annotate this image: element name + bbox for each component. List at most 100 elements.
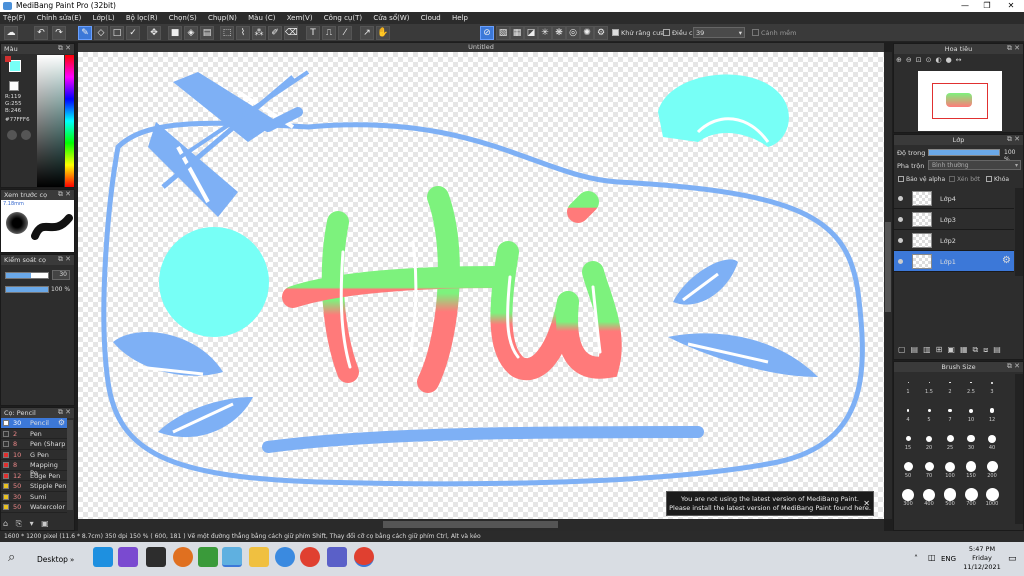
brush-copy-icon[interactable]: ⎘	[16, 519, 22, 528]
checkmark-tool-icon[interactable]: ✓	[126, 26, 140, 40]
update-notice[interactable]: You are not using the latest version of …	[666, 491, 874, 516]
menu-color[interactable]: Màu (C)	[248, 12, 275, 22]
menu-select[interactable]: Chọn(S)	[169, 12, 197, 22]
brush-size-option[interactable]: 1	[898, 376, 918, 395]
layer-row[interactable]: Lớp4	[894, 188, 1014, 209]
search-icon[interactable]: ⌕	[8, 550, 15, 565]
menu-view[interactable]: Xem(V)	[287, 12, 313, 22]
document-tab[interactable]: Untitled	[78, 43, 884, 52]
hue-slider[interactable]	[65, 55, 74, 187]
clipping-checkbox[interactable]	[949, 176, 955, 182]
brush-list-item[interactable]: 8 Pen (Sharp	[1, 439, 67, 450]
brush-size-option[interactable]: 400	[919, 488, 939, 507]
layer-row[interactable]: Lớp3	[894, 209, 1014, 230]
brush-size-option[interactable]: 500	[940, 488, 960, 507]
blend-select[interactable]: Bình thường ▾	[928, 160, 1021, 170]
brush-list-item[interactable]: 30 Sumi	[1, 492, 67, 502]
snap-off-icon[interactable]: ⊘	[480, 26, 494, 40]
chevron-right-icon[interactable]: »	[70, 556, 74, 564]
lock-checkbox[interactable]	[986, 176, 992, 182]
language-indicator[interactable]: ENG	[941, 555, 956, 563]
app-icon-2[interactable]	[118, 547, 138, 567]
minimize-button[interactable]: —	[954, 0, 976, 12]
brush-size-option[interactable]: 5	[919, 404, 939, 423]
notification-icon[interactable]: ▭	[1008, 554, 1017, 564]
brush-size-option[interactable]: 25	[940, 432, 960, 451]
layer-row[interactable]: Lớp2	[894, 230, 1014, 251]
navigator-toolbar[interactable]: ⊕⊖⊡⊙◐●↔	[896, 56, 1022, 68]
wifi-app-icon[interactable]	[173, 547, 193, 567]
visibility-icon[interactable]	[898, 196, 903, 201]
brush-size-option[interactable]: 1000	[982, 488, 1002, 507]
network-icon[interactable]: ◫	[928, 553, 936, 562]
select-eraser-icon[interactable]: ⌫	[284, 26, 298, 40]
layer-opacity-slider[interactable]	[928, 149, 1000, 156]
desktop-label[interactable]: Desktop	[37, 555, 68, 564]
snap-curve-icon[interactable]: ✺	[580, 26, 594, 40]
brush-size-option[interactable]: 2	[940, 376, 960, 395]
brush-size-option[interactable]: 70	[919, 460, 939, 479]
brush-list-item[interactable]: 8 Mapping Pe	[1, 460, 67, 477]
brush-list-item[interactable]: 30 Pencil ⚙	[1, 418, 67, 429]
add-brush-icon[interactable]: ⌂	[3, 519, 8, 528]
layer-settings-icon[interactable]: ⚙	[1002, 255, 1011, 266]
rectangle-tool-icon[interactable]: □	[110, 26, 124, 40]
brush-size-option[interactable]: 30	[961, 432, 981, 451]
brush-size-option[interactable]: 1.5	[919, 376, 939, 395]
brush-size-option[interactable]: 200	[982, 460, 1002, 479]
color-toggle-icon[interactable]	[5, 56, 11, 62]
protect-alpha-checkbox[interactable]	[898, 176, 904, 182]
skype-icon[interactable]	[93, 547, 113, 567]
select-rect-icon[interactable]: ⬚	[220, 26, 234, 40]
hand-tool-icon[interactable]: ✋	[376, 26, 390, 40]
menu-help[interactable]: Help	[452, 12, 468, 22]
adjust-input[interactable]: 39 ▾	[693, 27, 745, 38]
calculator-icon[interactable]	[146, 547, 166, 567]
menu-layer[interactable]: Lớp(L)	[93, 12, 115, 22]
antialias-checkbox[interactable]	[612, 29, 619, 36]
excel-icon[interactable]	[198, 547, 218, 567]
undo-icon[interactable]: ↶	[34, 26, 48, 40]
brush-list-item[interactable]: 10 G Pen	[1, 450, 67, 460]
layer-row[interactable]: Lớp1 ⚙	[894, 251, 1014, 272]
lasso-tool-icon[interactable]: ⌇	[236, 26, 250, 40]
brush-size-input[interactable]: 30	[52, 270, 70, 280]
adjust-checkbox[interactable]	[663, 29, 670, 36]
operation-tool-icon[interactable]: ↗	[360, 26, 374, 40]
brush-delete-icon[interactable]: ▣	[41, 519, 49, 528]
menu-file[interactable]: Tệp(F)	[3, 12, 26, 22]
horizontal-scrollbar[interactable]	[78, 519, 884, 531]
brush-size-option[interactable]: 100	[940, 460, 960, 479]
visibility-icon[interactable]	[898, 259, 903, 264]
brush-size-option[interactable]: 4	[898, 404, 918, 423]
warning-checkbox[interactable]	[752, 29, 759, 36]
medibang-taskbar-icon[interactable]	[222, 547, 242, 567]
cloud-icon[interactable]: ☁	[4, 26, 18, 40]
eyedropper-icon[interactable]: ⁄	[338, 26, 352, 40]
color-sv-picker[interactable]	[37, 55, 64, 187]
brush-size-option[interactable]: 50	[898, 460, 918, 479]
brush-size-option[interactable]: 7	[940, 404, 960, 423]
palette2-icon[interactable]	[21, 130, 31, 140]
brush-size-option[interactable]: 20	[919, 432, 939, 451]
brush-size-option[interactable]: 300	[898, 488, 918, 507]
close-button[interactable]: ✕	[1000, 0, 1022, 12]
brush-size-option[interactable]: 40	[982, 432, 1002, 451]
menu-cloud[interactable]: Cloud	[421, 12, 441, 22]
menu-window[interactable]: Cửa sổ(W)	[373, 12, 409, 22]
tray-chevron-icon[interactable]: ˄	[914, 554, 918, 563]
bucket-tool-icon[interactable]: ◈	[184, 26, 198, 40]
chrome-icon-2[interactable]	[354, 547, 374, 567]
brush-size-scrollbar[interactable]	[1015, 374, 1023, 524]
brush-opacity-slider[interactable]	[5, 286, 49, 293]
brush-size-option[interactable]: 12	[982, 404, 1002, 423]
brush-settings-icon[interactable]: ⚙	[58, 418, 65, 427]
gradient-tool-icon[interactable]: ▤	[200, 26, 214, 40]
drawing-canvas[interactable]	[78, 52, 884, 519]
brush-size-option[interactable]: 150	[961, 460, 981, 479]
fill-rect-icon[interactable]: ■	[168, 26, 182, 40]
background-color-swatch[interactable]	[9, 81, 19, 91]
brush-size-option[interactable]: 15	[898, 432, 918, 451]
move-tool-icon[interactable]: ✥	[147, 26, 161, 40]
file-explorer-icon[interactable]	[249, 547, 269, 567]
